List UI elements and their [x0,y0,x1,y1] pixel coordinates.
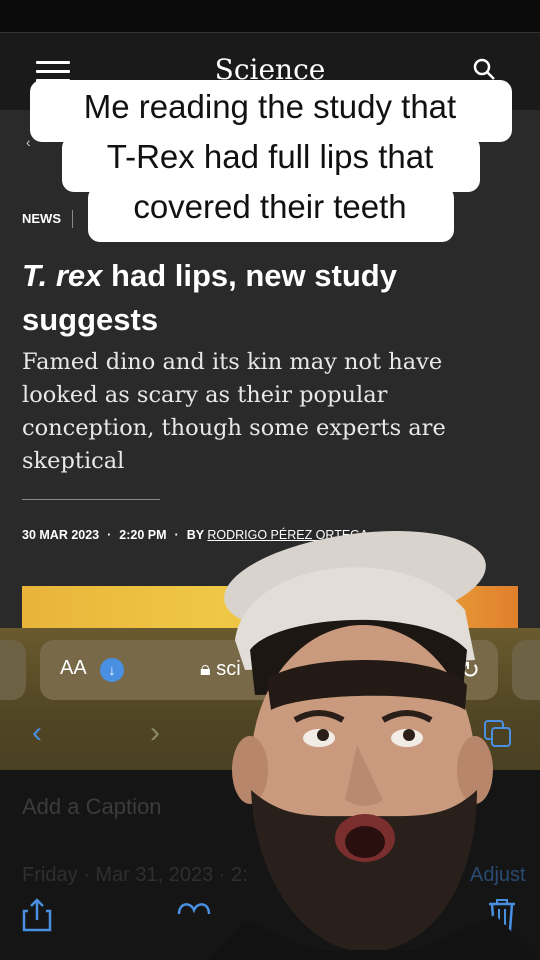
article-date: 30 MAR 2023 [22,528,100,542]
caption-line: T-Rex had full lips that [106,138,434,175]
divider [22,499,160,500]
add-caption-field[interactable]: Add a Caption [22,794,161,820]
reaction-person-image [205,531,540,960]
caption-line: Me reading the study that [83,88,457,125]
back-arrow-icon[interactable]: ‹ [32,716,42,750]
prev-tab[interactable] [0,640,26,700]
by-label: BY [186,528,204,542]
status-bar [0,0,540,32]
article-time: 2:20 PM [119,528,167,542]
share-icon[interactable] [22,898,52,932]
article-headline: T. rex had lips, new study suggests [22,254,502,342]
caption-line: covered their teeth [133,188,407,225]
download-icon[interactable]: ↓ [100,658,124,682]
headline-italic: T. rex [22,258,103,293]
forward-arrow-icon[interactable]: › [150,716,160,750]
search-icon[interactable] [472,57,496,81]
article-dek: Famed dino and its kin may not have look… [22,349,446,474]
reader-button[interactable]: AA [60,657,87,680]
